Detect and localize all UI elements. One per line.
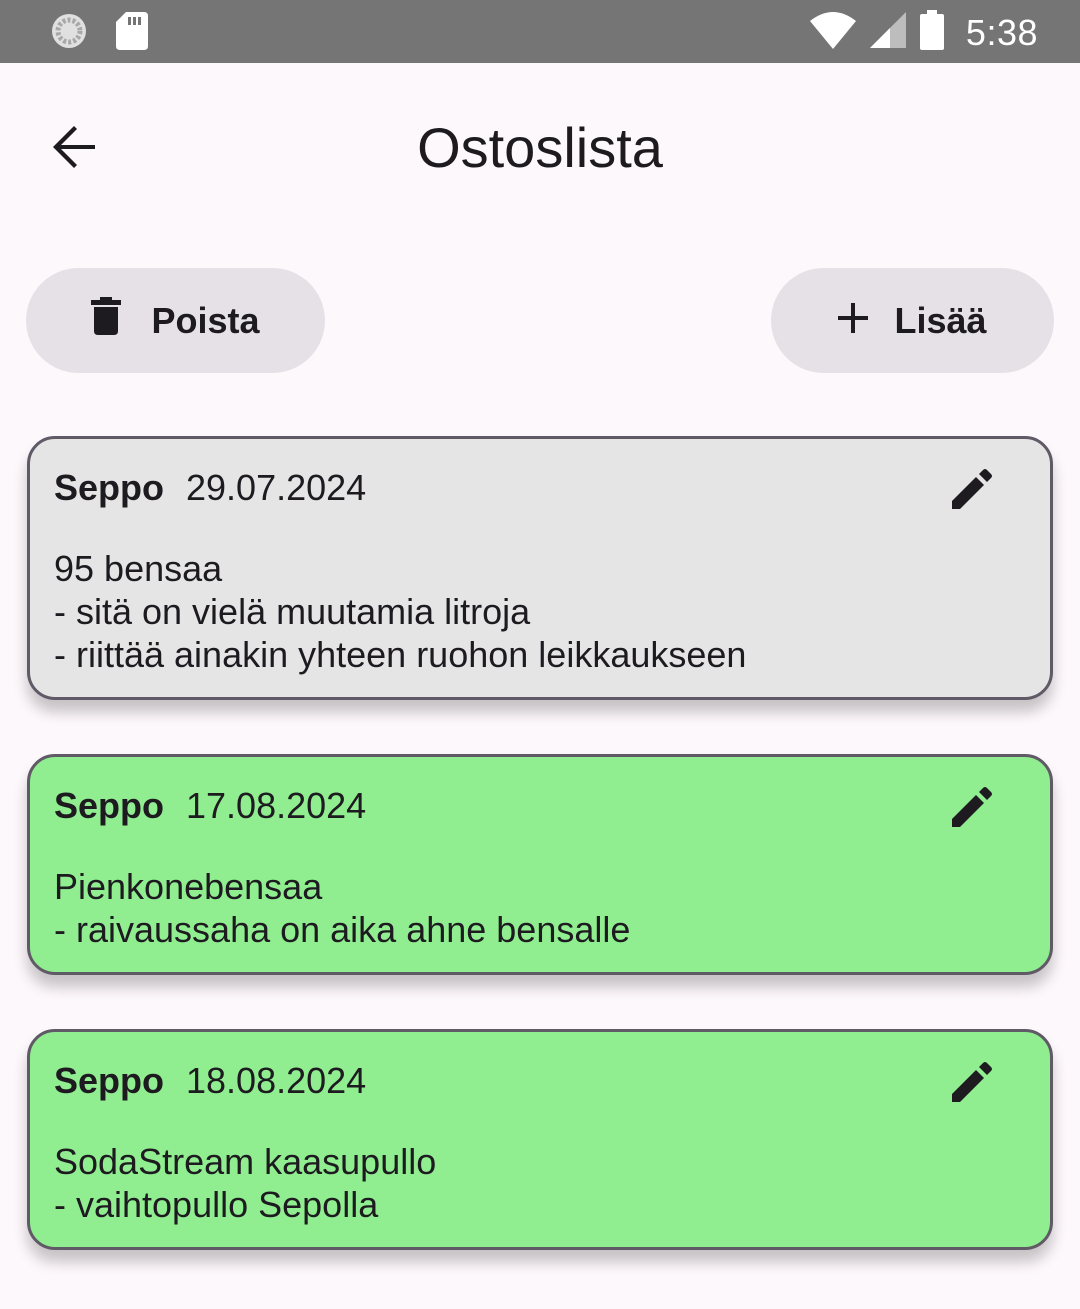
sd-card-icon xyxy=(116,12,148,55)
clock: 5:38 xyxy=(965,11,1038,53)
item-date: 17.08.2024 xyxy=(186,785,367,826)
plus-icon xyxy=(838,300,869,342)
edit-button[interactable] xyxy=(950,467,1000,517)
cell-signal-icon xyxy=(869,12,906,53)
status-bar: 5:38 xyxy=(0,0,1080,63)
item-author: Seppo xyxy=(54,467,165,508)
delete-button-label: Poista xyxy=(151,299,260,341)
page-title: Ostoslista xyxy=(417,116,663,179)
item-author: Seppo xyxy=(54,1060,165,1101)
list-item[interactable]: Seppo 29.07.2024 95 bensaa - sitä on vie… xyxy=(27,436,1053,700)
item-date: 29.07.2024 xyxy=(186,467,367,508)
add-button-label: Lisää xyxy=(894,299,987,341)
bottom-edge xyxy=(0,1277,1080,1309)
item-date: 18.08.2024 xyxy=(186,1060,367,1101)
item-line: SodaStream kaasupullo xyxy=(54,1141,437,1182)
list-item[interactable]: Seppo 18.08.2024 SodaStream kaasupullo -… xyxy=(27,1029,1053,1250)
list-item[interactable]: Seppo 17.08.2024 Pienkonebensaa - raivau… xyxy=(27,754,1053,975)
app-bar: Ostoslista xyxy=(0,63,1080,233)
item-author: Seppo xyxy=(54,785,165,826)
pencil-icon xyxy=(950,469,994,515)
pencil-icon xyxy=(950,787,994,833)
add-button[interactable]: Lisää xyxy=(771,268,1054,373)
edit-button[interactable] xyxy=(950,785,1000,835)
item-line: - riittää ainakin yhteen ruohon leikkauk… xyxy=(54,634,747,675)
wifi-icon xyxy=(809,11,856,54)
pencil-icon xyxy=(950,1062,994,1108)
item-text: SodaStream kaasupullo - vaihtopullo Sepo… xyxy=(54,1140,1026,1226)
item-text: Pienkonebensaa - raivaussaha on aika ahn… xyxy=(54,865,1026,951)
edit-button[interactable] xyxy=(950,1060,1000,1110)
loading-circle-icon xyxy=(50,12,88,55)
item-line: - raivaussaha on aika ahne bensalle xyxy=(54,909,631,950)
item-text: 95 bensaa - sitä on vielä muutamia litro… xyxy=(54,547,1026,676)
item-line: - sitä on vielä muutamia litroja xyxy=(54,591,531,632)
battery-icon xyxy=(919,10,944,55)
item-line: Pienkonebensaa xyxy=(54,866,323,907)
item-line: - vaihtopullo Sepolla xyxy=(54,1184,379,1225)
item-line: 95 bensaa xyxy=(54,548,223,589)
trash-icon xyxy=(91,297,122,344)
delete-button[interactable]: Poista xyxy=(26,268,325,373)
